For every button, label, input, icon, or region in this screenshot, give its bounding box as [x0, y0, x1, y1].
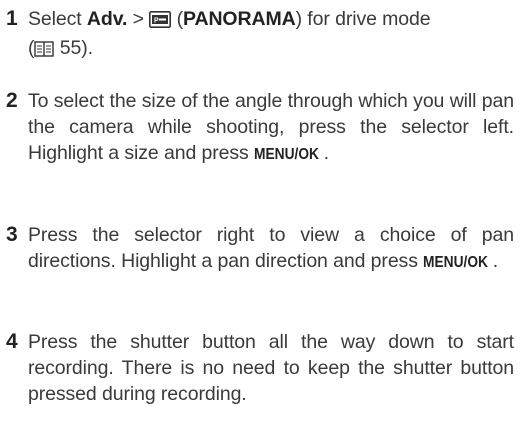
panorama-label: PANORAMA [183, 8, 296, 30]
manual-page: 1 Select Adv. > P (PANORAMA) for drive m… [0, 0, 520, 432]
step-text: To select the size of the angle through … [6, 88, 514, 168]
menu-ok-key: MENU/OK [423, 254, 489, 271]
step-text: Press the selector right to view a choic… [6, 222, 514, 276]
step-number: 4 [6, 330, 18, 353]
step-text: Select Adv. > P (PANORAMA) for drive mod… [6, 6, 514, 64]
step-4: 4 Press the shutter button all the way d… [6, 329, 514, 407]
svg-text:P: P [154, 18, 159, 25]
menu-ok-key: MENU/OK [254, 146, 319, 163]
adv-label: Adv. [86, 8, 128, 30]
step-3: 3 Press the selector right to view a cho… [6, 222, 514, 276]
step-1: 1 Select Adv. > P (PANORAMA) for drive m… [6, 6, 514, 64]
panorama-mode-icon: P [149, 9, 172, 35]
step-number: 3 [6, 223, 18, 246]
step-2: 2 To select the size of the angle throug… [6, 88, 514, 168]
step-text: Press the shutter button all the way dow… [28, 331, 514, 405]
step-number: 1 [6, 7, 18, 30]
book-reference-icon [34, 38, 55, 64]
step-number: 2 [6, 89, 18, 112]
